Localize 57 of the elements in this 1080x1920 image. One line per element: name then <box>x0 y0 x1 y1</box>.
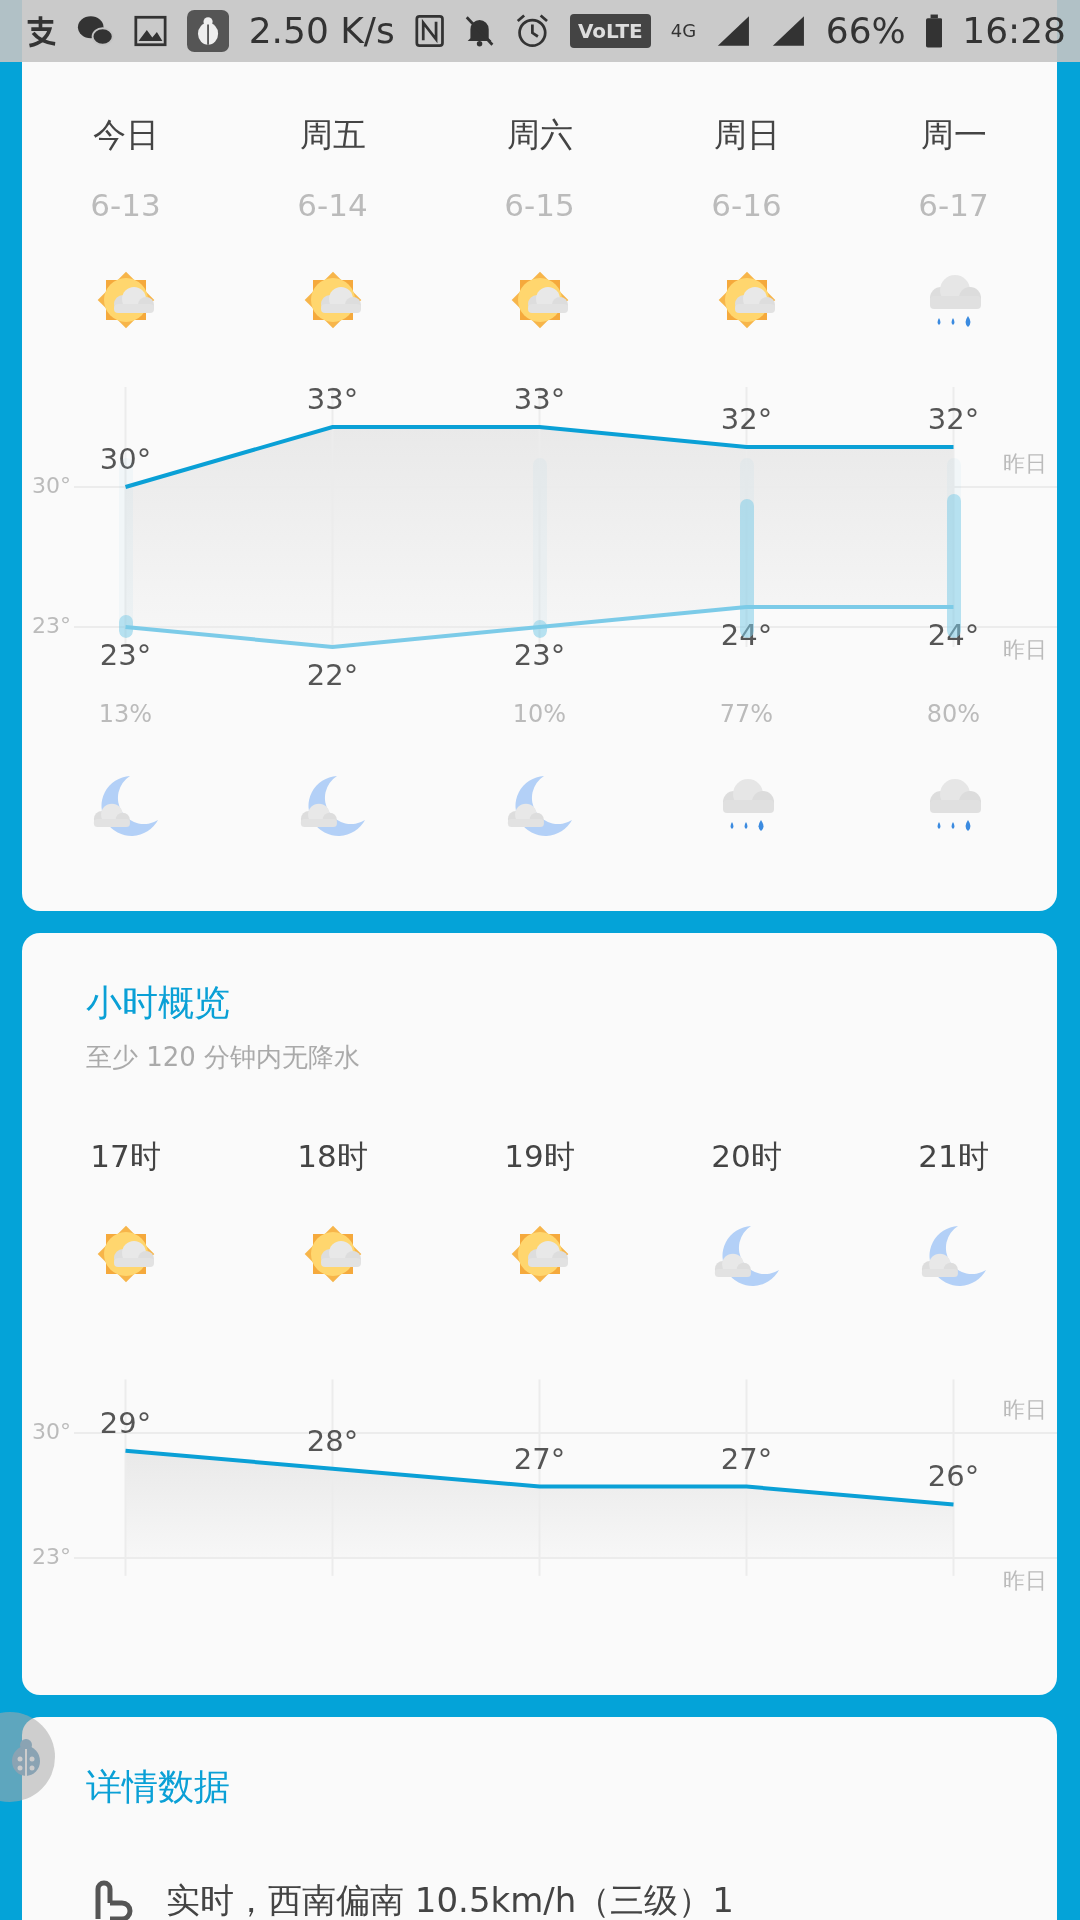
section-title: 小时概览 <box>85 981 231 1025</box>
temperature-label: 22° <box>306 658 359 692</box>
yesterday-label: 昨日 <box>1003 637 1047 662</box>
temperature-label: 27° <box>513 1441 566 1476</box>
axis-label: 23° <box>32 613 71 638</box>
network-type-text: 4G <box>670 22 697 40</box>
temperature-label: 29° <box>99 1406 152 1441</box>
temperature-label: 33° <box>306 382 359 416</box>
section-subtitle: 至少 120 分钟内无降水 <box>85 1042 362 1074</box>
nfc-icon <box>414 13 444 49</box>
day-name: 周五 <box>299 113 366 156</box>
hour-label: 17时 <box>90 1137 161 1177</box>
clock-text: 16:28 <box>962 13 1066 49</box>
date-text: 6-15 <box>504 187 575 223</box>
yesterday-label: 昨日 <box>1003 1397 1047 1423</box>
date-text: 6-14 <box>297 187 368 223</box>
precipitation-text: 77% <box>719 700 774 728</box>
temperature-label: 32° <box>720 402 773 436</box>
day-name: 今日 <box>92 113 159 156</box>
date-text: 6-13 <box>90 187 161 223</box>
alarm-icon <box>515 12 550 50</box>
temperature-label: 23° <box>99 638 152 672</box>
precipitation-text: 13% <box>98 700 153 728</box>
temperature-label: 24° <box>927 618 980 652</box>
axis-label: 30° <box>32 1419 71 1445</box>
battery-percent-text: 66% <box>825 13 906 49</box>
date-text: 6-16 <box>711 187 782 223</box>
network-speed-text: 2.50 K/s <box>248 13 395 49</box>
ladybug-icon[interactable] <box>186 8 229 54</box>
temperature-label: 28° <box>306 1424 359 1459</box>
temperature-label: 30° <box>99 442 152 476</box>
detail-text: 实时，西南偏南 10.5km/h（三级）1 <box>166 1878 734 1920</box>
section-title: 详情数据 <box>85 1765 231 1809</box>
date-text: 6-17 <box>918 187 989 223</box>
yesterday-label: 昨日 <box>1003 1568 1047 1594</box>
day-name: 周日 <box>713 113 780 156</box>
day-name: 周一 <box>920 113 987 156</box>
temperature-label: 23° <box>513 638 566 672</box>
temperature-label: 24° <box>720 618 773 652</box>
axis-label: 30° <box>32 473 71 498</box>
temperature-label: 32° <box>927 402 980 436</box>
hour-label: 20时 <box>711 1137 782 1177</box>
axis-label: 23° <box>32 1544 71 1570</box>
hour-label: 18时 <box>297 1137 368 1177</box>
hour-label: 21时 <box>918 1137 989 1177</box>
battery-icon <box>925 13 943 49</box>
temperature-label: 27° <box>720 1441 773 1476</box>
temperature-label: 33° <box>513 382 566 416</box>
volte-badge: VoLTE <box>569 14 651 48</box>
precipitation-text: 10% <box>512 700 567 728</box>
yesterday-label: 昨日 <box>1003 451 1047 476</box>
precipitation-text: 80% <box>926 700 981 728</box>
temperature-label: 26° <box>927 1459 980 1494</box>
day-name: 周六 <box>506 113 573 156</box>
image-icon[interactable] <box>133 14 167 48</box>
hour-label: 19时 <box>504 1137 575 1177</box>
ladybug-icon <box>9 1737 43 1777</box>
